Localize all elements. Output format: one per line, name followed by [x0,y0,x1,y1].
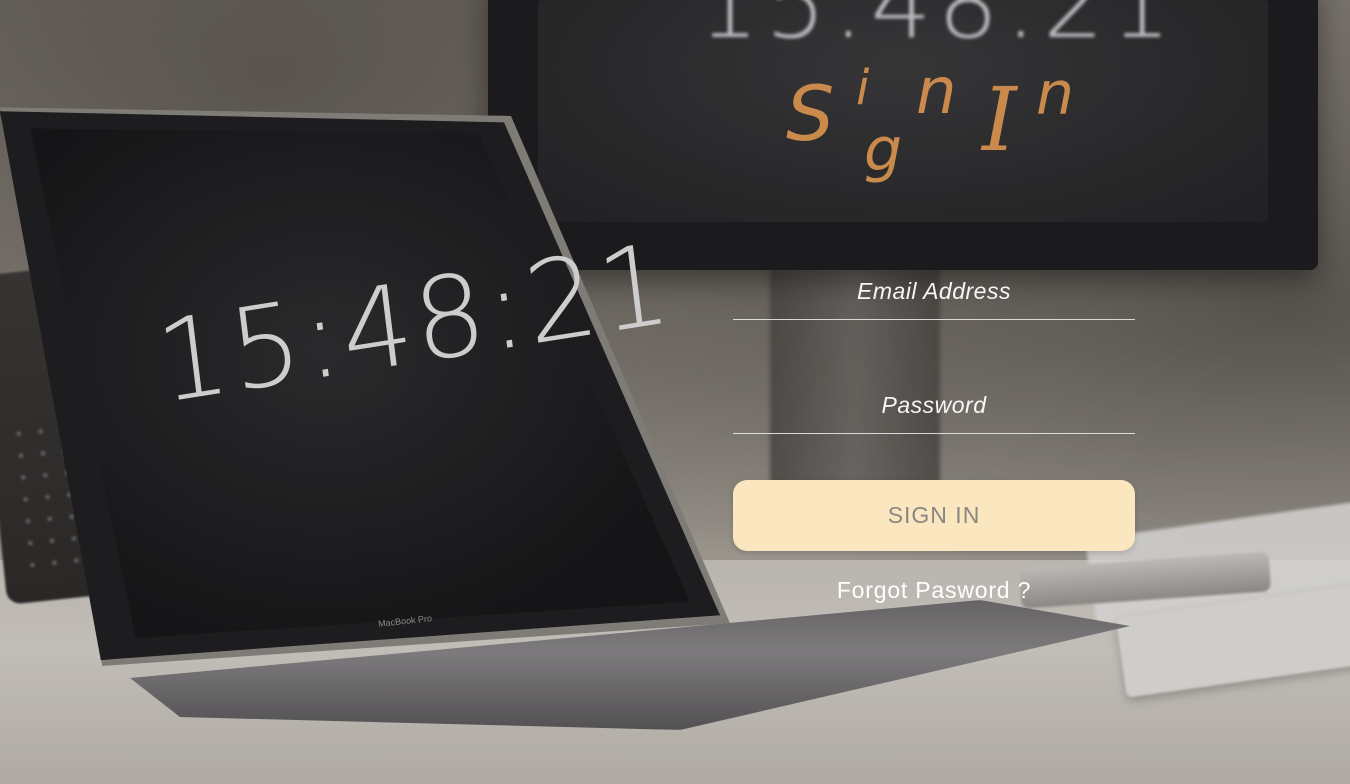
title-letter: i [856,60,870,116]
overlay-tint [0,0,1350,784]
sign-in-button[interactable]: SIGN IN [733,480,1135,551]
forgot-password-link[interactable]: Forgot Pasword ? [733,577,1135,604]
title-letter: I [982,68,1017,171]
background-photo: 15:48:21 15:48:21 MacBook Pro [0,0,1350,784]
title-letter: g [864,115,903,185]
email-field-wrapper [733,278,1135,320]
password-field-wrapper [733,392,1135,434]
password-field[interactable] [733,392,1135,434]
page-title: S i g n I n [786,58,1086,188]
title-letter: n [916,55,957,129]
title-letter: n [1036,59,1075,129]
title-letter: S [786,69,835,158]
email-field[interactable] [733,278,1135,320]
